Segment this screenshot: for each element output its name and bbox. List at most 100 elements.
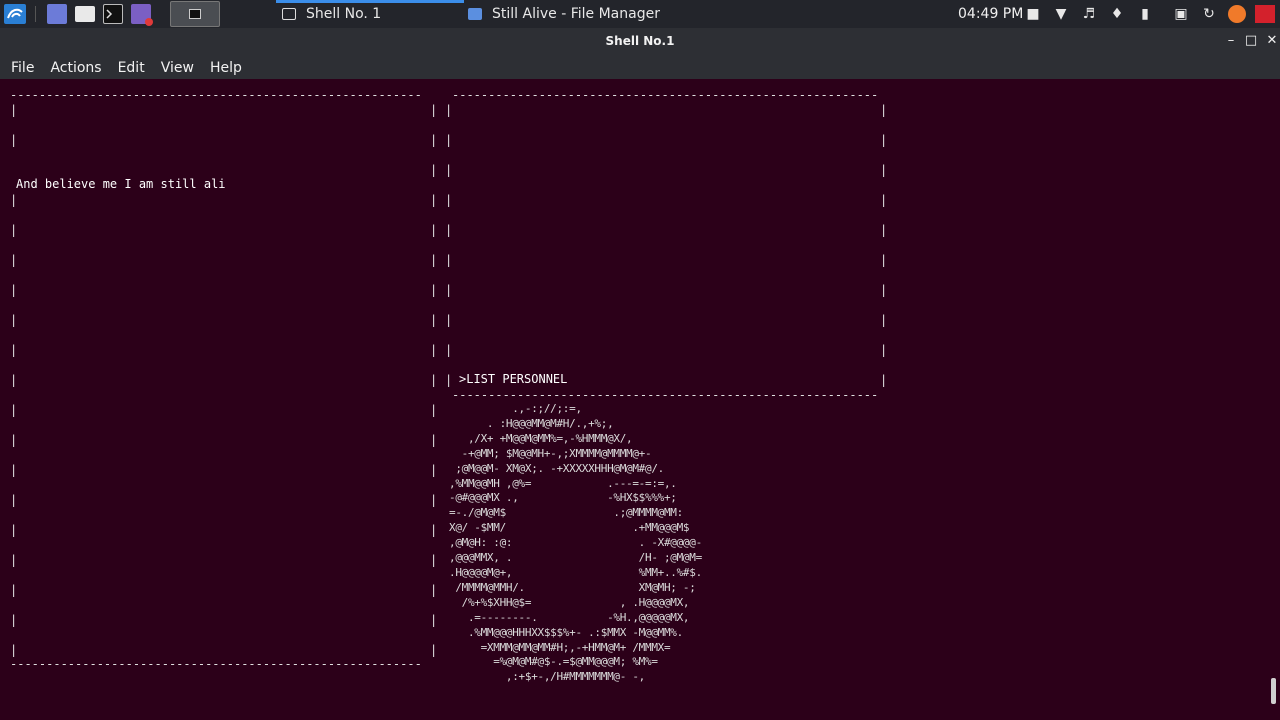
frame-bar: | [445,313,453,327]
frame-bar: | [10,373,18,387]
frame-bar: | [10,133,18,147]
frame-bar: | [430,523,438,537]
frame-bar: | [445,373,453,387]
scrollbar-thumb[interactable] [1271,678,1276,704]
frame-bar: | [430,553,438,567]
frame-bar: | [880,373,888,387]
camera-icon[interactable]: ■ [1024,5,1042,23]
frame-bar: | [10,433,18,447]
maximize-icon[interactable]: □ [1243,33,1259,49]
frame-bar: | [430,193,438,207]
menu-view[interactable]: View [161,60,194,76]
frame-bar: | [430,253,438,267]
battery-icon[interactable]: ▮ [1136,5,1154,23]
frame-bar: | [10,103,18,117]
terminal-window-icon [282,8,296,20]
frame-bar: | [10,583,18,597]
frame-bar: | [430,373,438,387]
menu-file[interactable]: File [11,60,34,76]
frame-bar: | [10,193,18,207]
frame-bar: | [880,103,888,117]
folder-icon [468,8,482,20]
frame-bar: | [430,463,438,477]
frame-bar: | [445,133,453,147]
frame-bar: | [445,253,453,267]
task-shell[interactable]: Shell No. 1 [276,0,464,28]
aperture-ascii-logo: .,-:;//;:=, . :H@@@MM@M#H/.,+%;, ,/X+ +M… [449,402,702,684]
frame-bar: | [445,193,453,207]
frame-bar: | [880,253,888,267]
frame-bar: | [445,283,453,297]
frame-bar: | [880,283,888,297]
frame-bar: | [10,523,18,537]
lock-icon[interactable]: ▣ [1172,5,1190,23]
frame-bar: | [880,163,888,177]
close-icon[interactable]: ✕ [1264,33,1280,49]
frame-bar: | [445,343,453,357]
window-title: Shell No.1 [605,34,675,48]
frame-bar: | [10,283,18,297]
frame-bar: | [445,223,453,237]
right-panel-bottom-border: ----------------------------------------… [452,389,879,401]
frame-bar: | [10,643,18,657]
app-menu-icon[interactable] [4,4,26,24]
frame-bar: | [10,613,18,627]
frame-bar: | [880,313,888,327]
frame-bar: | [880,193,888,207]
panel-separator [35,6,36,22]
frame-bar: | [430,583,438,597]
browser-launcher-icon[interactable] [131,4,153,26]
frame-bar: | [430,103,438,117]
frame-bar: | [430,313,438,327]
frame-bar: | [10,223,18,237]
frame-bar: | [430,163,438,177]
power-icon[interactable] [1255,5,1275,23]
top-panel: Shell No. 1 Still Alive - File Manager 0… [0,0,1280,28]
frame-bar: | [880,343,888,357]
frame-bar: | [430,613,438,627]
left-panel-bottom-border: ----------------------------------------… [10,658,422,670]
frame-bar: | [445,103,453,117]
window-titlebar[interactable]: Shell No.1 [0,28,1280,56]
frame-bar: | [10,343,18,357]
frame-bar: | [445,163,453,177]
frame-bar: | [430,433,438,447]
frame-bar: | [430,403,438,417]
volume-icon[interactable]: ♬ [1080,5,1098,23]
menu-edit[interactable]: Edit [118,60,145,76]
frame-bar: | [430,643,438,657]
frame-bar: | [880,133,888,147]
frame-bar: | [430,133,438,147]
wifi-icon[interactable]: ▼ [1052,5,1070,23]
right-panel-top-border: ----------------------------------------… [452,89,879,101]
lyrics-line: And believe me I am still ali [16,177,226,191]
frame-bar: | [880,223,888,237]
frame-bar: | [10,403,18,417]
refresh-icon[interactable]: ↻ [1200,5,1218,23]
command-prompt-line: >LIST PERSONNEL [459,372,568,386]
firefox-icon[interactable] [1228,5,1246,23]
frame-bar: | [430,223,438,237]
scrollbar-track[interactable] [1268,79,1280,720]
frame-bar: | [10,463,18,477]
minimize-icon[interactable]: – [1223,33,1239,49]
file-manager-icon[interactable] [75,6,95,22]
menu-actions[interactable]: Actions [50,60,101,76]
show-desktop-icon[interactable] [47,4,67,24]
terminal-icon[interactable] [103,4,123,24]
frame-bar: | [10,553,18,567]
frame-bar: | [430,493,438,507]
left-panel-top-border: ----------------------------------------… [10,89,422,101]
clock[interactable]: 04:49 PM [958,0,1023,28]
workspace-1-icon[interactable] [170,1,220,27]
frame-bar: | [10,493,18,507]
notification-bell-icon[interactable]: ♦ [1108,5,1126,23]
task-shell-label: Shell No. 1 [306,6,382,22]
frame-bar: | [430,283,438,297]
task-file-manager-label: Still Alive - File Manager [492,6,660,22]
menu-help[interactable]: Help [210,60,242,76]
frame-bar: | [430,343,438,357]
task-file-manager[interactable]: Still Alive - File Manager [466,0,706,28]
frame-bar: | [10,253,18,267]
menubar: File Actions Edit View Help [0,56,1280,79]
